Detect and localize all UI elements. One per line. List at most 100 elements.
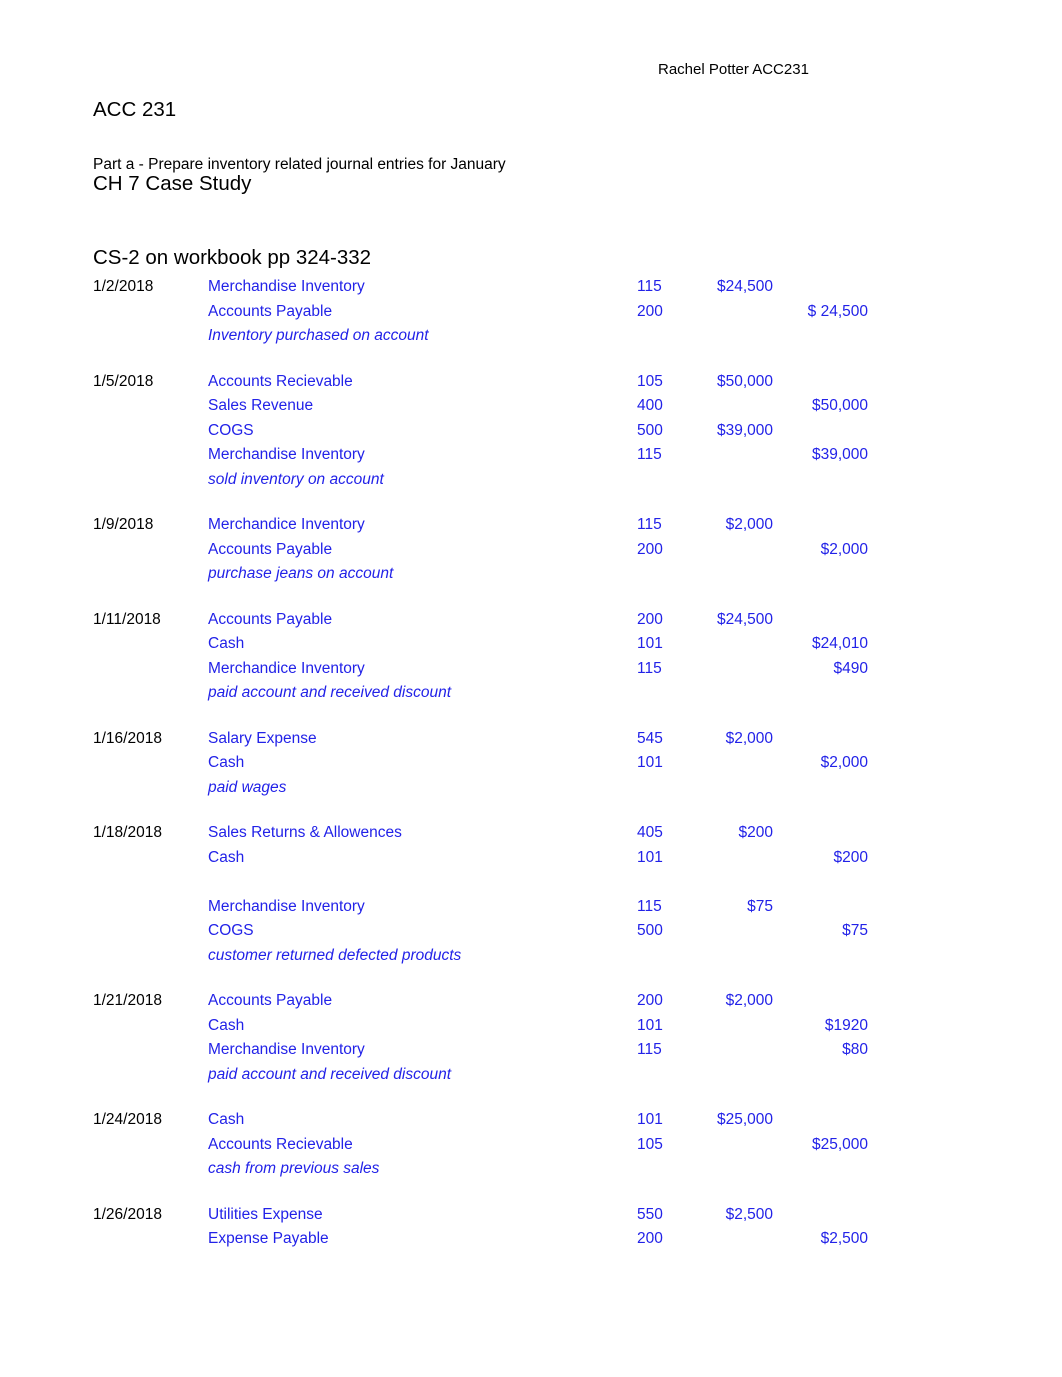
account-name: Merchandice Inventory <box>208 516 365 533</box>
journal-line-row: COGS 500 $39,000 <box>0 419 1062 444</box>
account-name: COGS <box>208 922 254 939</box>
journal-line-row: Merchandise Inventory 115 $75 <box>0 895 1062 920</box>
account-name: Merchandise Inventory <box>208 897 365 915</box>
account-name: Salary Expense <box>208 729 317 747</box>
debit-amount: $24,500 <box>716 278 773 295</box>
journal-line-row: Accounts Payable 200 $2,000 <box>0 538 1062 563</box>
journal-entry: 1/16/2018 Salary Expense 545 $2,000 Cash 101 $… <box>0 727 1062 801</box>
account-name: Merchandice Inventory <box>208 659 365 677</box>
journal-line-row: 1/11/2018 Accounts Payable 200 $24,500 <box>0 608 1062 633</box>
debit-amount: $39,000 <box>716 421 773 439</box>
entry-memo: cash from previous sales <box>208 1160 380 1177</box>
account-name: Accounts Recievable <box>208 372 353 390</box>
credit-amount: $200 <box>833 848 868 866</box>
credit-amount: $25,000 <box>811 1135 868 1153</box>
credit-amount: $39,000 <box>811 446 868 463</box>
account-number: 105 <box>637 1135 663 1153</box>
journal-line-row: Sales Revenue 400 $50,000 <box>0 394 1062 419</box>
account-number: 200 <box>637 1230 663 1247</box>
account-name: COGS <box>208 421 254 439</box>
journal-memo-row: sold inventory on account <box>0 468 1062 493</box>
account-name: Cash <box>208 1111 245 1128</box>
account-number: 200 <box>637 302 663 320</box>
journal-line-row: COGS 500 $75 <box>0 919 1062 944</box>
journal-line-row: Merchandise Inventory 115 $80 <box>0 1038 1062 1063</box>
title-line-3: CS-2 on workbook pp 324-332 <box>93 246 372 270</box>
account-name: Expense Payable <box>208 1230 329 1247</box>
entry-date: 1/2/2018 <box>93 278 154 295</box>
credit-amount: $75 <box>842 922 868 939</box>
account-name: Cash <box>208 848 245 866</box>
journal-line-row: Cash 101 $200 <box>0 846 1062 871</box>
account-name: Accounts Payable <box>208 540 333 558</box>
entry-memo: sold inventory on account <box>208 470 384 488</box>
account-name: Utilities Expense <box>208 1205 323 1223</box>
entry-date: 1/18/2018 <box>93 824 162 841</box>
entry-date: 1/5/2018 <box>93 372 154 390</box>
journal-entry: 1/11/2018 Accounts Payable 200 $24,500 Cash 1… <box>0 608 1062 706</box>
journal-memo-row: customer returned defected products <box>0 944 1062 969</box>
journal-line-row: 1/9/2018 Merchandice Inventory 115 $2,000 <box>0 513 1062 538</box>
debit-amount: $50,000 <box>716 372 773 390</box>
journal-line-row: Accounts Recievable 105 $25,000 <box>0 1133 1062 1158</box>
journal-entry: 1/5/2018 Accounts Recievable 105 $50,000 Sal… <box>0 370 1062 493</box>
credit-amount: $2,500 <box>820 1230 868 1247</box>
account-number: 200 <box>637 540 663 558</box>
entry-memo: paid account and received discount <box>208 684 451 701</box>
debit-amount: $200 <box>738 824 773 841</box>
journal-entry: 1/21/2018 Accounts Payable 200 $2,000 Cash 10… <box>0 989 1062 1087</box>
entry-date: 1/11/2018 <box>93 610 161 628</box>
title-line-2: CH 7 Case Study <box>93 171 252 195</box>
account-number: 500 <box>637 922 663 939</box>
debit-amount: $25,000 <box>716 1111 773 1128</box>
debit-amount: $75 <box>747 897 773 915</box>
journal-row-spacer <box>0 870 1062 895</box>
journal-line-row: 1/5/2018 Accounts Recievable 105 $50,000 <box>0 370 1062 395</box>
account-name: Merchandise Inventory <box>208 1041 365 1058</box>
title-line-1: ACC 231 <box>93 97 177 121</box>
account-number: 115 <box>637 659 662 677</box>
journal-line-row: Merchandice Inventory 115 $490 <box>0 657 1062 682</box>
debit-amount: $2,000 <box>725 516 773 533</box>
account-name: Accounts Payable <box>208 610 333 628</box>
journal-entries-list: 1/2/2018 Merchandise Inventory 115 $24,500 A… <box>0 275 1062 1273</box>
journal-line-row: 1/24/2018 Cash 101 $25,000 <box>0 1108 1062 1133</box>
journal-memo-row: paid account and received discount <box>0 681 1062 706</box>
entry-memo: Inventory purchased on account <box>208 327 429 344</box>
account-name: Sales Returns & Allowences <box>208 824 402 841</box>
account-number: 115 <box>637 1041 662 1058</box>
entry-memo: purchase jeans on account <box>208 565 394 582</box>
journal-memo-row: purchase jeans on account <box>0 562 1062 587</box>
account-name: Sales Revenue <box>208 397 314 414</box>
account-number: 101 <box>637 635 663 652</box>
journal-line-row: Cash 101 $1920 <box>0 1014 1062 1039</box>
document-page: ACC 231 CH 7 Case Study CS-2 on workbook… <box>0 0 1062 1377</box>
credit-amount: $2,000 <box>820 540 868 558</box>
debit-amount: $2,500 <box>725 1205 773 1223</box>
journal-entry: 1/18/2018 Sales Returns & Allowences 405 $2… <box>0 821 1062 968</box>
account-name: Merchandise Inventory <box>208 446 365 463</box>
account-name: Merchandise Inventory <box>208 278 365 295</box>
credit-amount: $ 24,500 <box>807 302 868 320</box>
entry-date: 1/16/2018 <box>93 729 162 747</box>
account-name: Accounts Payable <box>208 992 333 1009</box>
journal-memo-row: paid wages <box>0 776 1062 801</box>
credit-amount: $490 <box>833 659 868 677</box>
account-name: Cash <box>208 1016 245 1034</box>
journal-entry: 1/24/2018 Cash 101 $25,000 Accounts Recievab… <box>0 1108 1062 1182</box>
entry-memo: paid wages <box>208 778 287 796</box>
account-name: Accounts Payable <box>208 302 333 320</box>
debit-amount: $2,000 <box>725 992 773 1009</box>
journal-line-row: Cash 101 $2,000 <box>0 751 1062 776</box>
journal-line-row: 1/2/2018 Merchandise Inventory 115 $24,500 <box>0 275 1062 300</box>
debit-amount: $24,500 <box>716 610 773 628</box>
journal-entry: 1/9/2018 Merchandice Inventory 115 $2,000 Ac… <box>0 513 1062 587</box>
journal-line-row: 1/21/2018 Accounts Payable 200 $2,000 <box>0 989 1062 1014</box>
account-name: Accounts Recievable <box>208 1135 353 1153</box>
entry-memo: paid account and received discount <box>208 1065 451 1083</box>
account-number: 101 <box>637 754 663 771</box>
credit-amount: $50,000 <box>811 397 868 414</box>
credit-amount: $24,010 <box>811 635 868 652</box>
student-name: Rachel Potter ACC231 <box>658 61 809 78</box>
journal-line-row: 1/26/2018 Utilities Expense 550 $2,500 <box>0 1203 1062 1228</box>
